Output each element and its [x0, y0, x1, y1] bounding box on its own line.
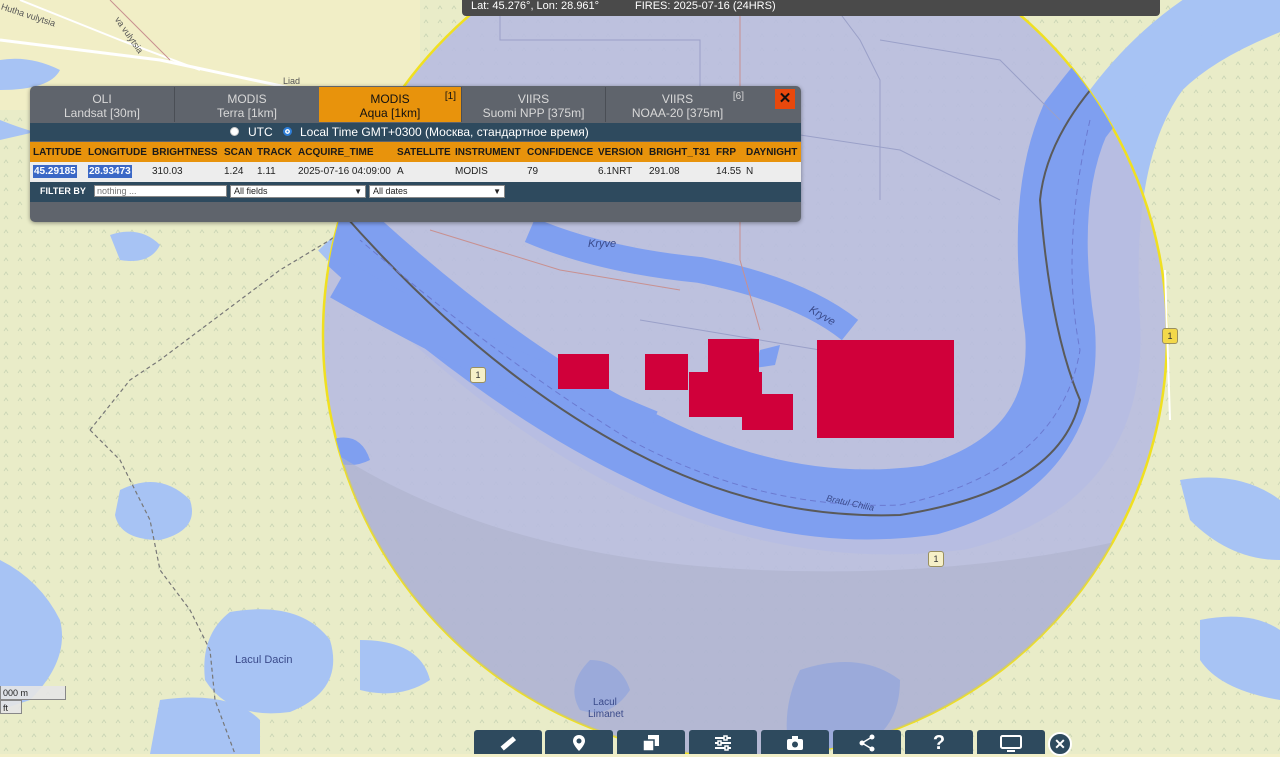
location-pin-icon — [570, 735, 588, 756]
cell-acquire-time: 2025-07-16 04:09:00 — [298, 166, 391, 177]
tab-oli-landsat[interactable]: OLI Landsat [30m] — [30, 87, 174, 122]
column-header[interactable]: CONFIDENCE — [527, 147, 593, 158]
cell-satellite: A — [397, 166, 404, 177]
utc-radio[interactable] — [230, 127, 239, 136]
tab-title: VIIRS — [517, 92, 550, 106]
filter-bar: FILTER BY All fields ▼ All dates ▼ — [30, 182, 801, 202]
cell-bright-t31: 291.08 — [649, 166, 680, 177]
column-header[interactable]: VERSION — [598, 147, 643, 158]
copy-layers-icon — [642, 735, 660, 756]
toolbar-close-button[interactable]: ✕ — [1048, 732, 1072, 756]
column-header[interactable]: DAYNIGHT — [746, 147, 797, 158]
fire-pixel[interactable] — [558, 354, 609, 389]
camera-icon — [786, 736, 804, 756]
cell-longitude[interactable]: 28.93473 — [88, 165, 132, 178]
scale-bar-metric: 000 m — [0, 686, 66, 700]
time-zone-selector: UTC Local Time GMT+0300 (Москва, стандар… — [30, 123, 801, 141]
fullscreen-button[interactable] — [977, 730, 1045, 754]
utc-label: UTC — [248, 125, 273, 139]
tab-subtitle: Terra [1km] — [216, 106, 277, 120]
tab-subtitle: Landsat [30m] — [63, 106, 141, 120]
display-icon — [1000, 735, 1022, 756]
tab-subtitle: Suomi NPP [375m] — [482, 106, 585, 120]
scale-bar-imperial: ft — [0, 700, 22, 714]
date-select-value: All dates — [373, 186, 408, 196]
map-label-lacul-dacin: Lacul Dacin — [235, 654, 293, 666]
share-button[interactable] — [833, 730, 901, 754]
cursor-coordinates: Lat: 45.276°, Lon: 28.961° — [471, 0, 600, 12]
location-button[interactable] — [545, 730, 613, 754]
settings-button[interactable] — [689, 730, 757, 754]
column-header[interactable]: LONGITUDE — [88, 147, 147, 158]
column-header[interactable]: BRIGHTNESS — [152, 147, 218, 158]
tab-viirs-noaa20[interactable]: VIIRS NOAA-20 [375m] [6] — [605, 87, 749, 122]
fires-date: FIRES: 2025-07-16 (24HRS) — [635, 0, 776, 12]
tab-count-badge: [1] — [444, 91, 456, 102]
tab-title: OLI — [92, 92, 112, 106]
close-panel-button[interactable]: ✕ — [775, 89, 795, 109]
share-icon — [858, 734, 876, 756]
local-time-label: Local Time GMT+0300 (Москва, стандартное… — [300, 125, 589, 139]
ruler-icon — [499, 736, 517, 756]
tab-title: MODIS — [227, 92, 267, 106]
fire-pixel[interactable] — [742, 394, 793, 430]
sliders-icon — [714, 735, 732, 756]
cell-confidence: 79 — [527, 166, 539, 177]
chevron-down-icon: ▼ — [493, 187, 501, 196]
road-badge: 1 — [470, 367, 486, 383]
filter-input[interactable] — [94, 185, 227, 197]
local-time-radio[interactable] — [283, 127, 292, 136]
road-badge: 1 — [1162, 328, 1178, 344]
road-badge: 1 — [928, 551, 944, 567]
column-header[interactable]: SATELLITE — [397, 147, 451, 158]
map-label-street: Liad — [283, 76, 301, 86]
tab-count-badge: [6] — [732, 91, 744, 102]
map-label-kryve: Kryve — [588, 238, 617, 250]
tab-title: VIIRS — [661, 92, 694, 106]
tab-subtitle: Aqua [1km] — [359, 106, 421, 120]
cell-track: 1.11 — [257, 166, 276, 177]
field-select-value: All fields — [234, 186, 268, 196]
help-button[interactable]: ? — [905, 730, 973, 754]
column-header[interactable]: TRACK — [257, 147, 292, 158]
help-icon: ? — [932, 732, 946, 754]
column-header[interactable]: BRIGHT_T31 — [649, 147, 710, 158]
fire-data-panel: OLI Landsat [30m] MODIS Terra [1km] MODI… — [30, 86, 801, 222]
layers-button[interactable] — [617, 730, 685, 754]
chevron-down-icon: ▼ — [354, 187, 362, 196]
cell-frp: 14.55 — [716, 166, 742, 177]
tab-modis-terra[interactable]: MODIS Terra [1km] — [174, 87, 319, 122]
cell-daynight: N — [746, 166, 754, 177]
column-header[interactable]: FRP — [716, 147, 736, 158]
measure-button[interactable] — [474, 730, 542, 754]
fire-pixel[interactable] — [645, 354, 688, 390]
column-header[interactable]: LATITUDE — [33, 147, 82, 158]
column-header[interactable]: ACQUIRE_TIME — [298, 147, 374, 158]
column-header[interactable]: INSTRUMENT — [455, 147, 521, 158]
map-label-limanet: Limanet — [588, 709, 624, 720]
cell-brightness: 310.03 — [152, 166, 183, 177]
tab-subtitle: NOAA-20 [375m] — [631, 106, 724, 120]
column-header[interactable]: SCAN — [224, 147, 252, 158]
tab-modis-aqua[interactable]: MODIS Aqua [1km] [1] — [319, 87, 461, 122]
table-header: LATITUDE LONGITUDE BRIGHTNESS SCAN TRACK… — [30, 142, 801, 162]
filter-label: FILTER BY — [40, 186, 86, 196]
status-bar: Lat: 45.276°, Lon: 28.961° FIRES: 2025-0… — [462, 0, 1160, 16]
table-row[interactable]: 45.29185 28.93473 310.03 1.24 1.11 2025-… — [30, 162, 801, 182]
tab-title: MODIS — [370, 92, 410, 106]
field-select[interactable]: All fields ▼ — [230, 185, 366, 198]
tab-viirs-snpp[interactable]: VIIRS Suomi NPP [375m] — [461, 87, 605, 122]
date-select[interactable]: All dates ▼ — [369, 185, 505, 198]
map-label-lacul: Lacul — [593, 697, 617, 708]
fire-pixel[interactable] — [817, 340, 954, 438]
cell-version: 6.1NRT — [598, 166, 633, 177]
cell-scan: 1.24 — [224, 166, 244, 177]
cell-instrument: MODIS — [455, 166, 488, 177]
screenshot-button[interactable] — [761, 730, 829, 754]
cell-latitude[interactable]: 45.29185 — [33, 165, 77, 178]
